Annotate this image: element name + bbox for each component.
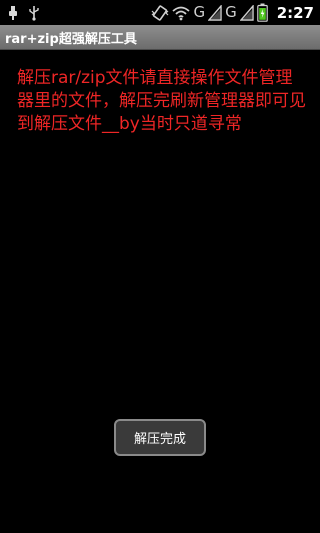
- app-title: rar+zip超强解压工具: [5, 31, 137, 47]
- clock: 2:27: [276, 3, 314, 22]
- toast-message: 解压完成: [114, 419, 206, 456]
- system-icons: G G 2:27: [151, 3, 320, 22]
- usb-debug-icon: [28, 5, 40, 21]
- notification-icons: [0, 5, 40, 21]
- wifi-icon: [172, 5, 191, 21]
- network-type-1: G: [193, 3, 206, 21]
- network-type-2: G: [225, 3, 237, 21]
- battery-icon: [256, 3, 268, 22]
- usb-icon: [8, 5, 18, 21]
- instruction-message: 解压rar/zip文件请直接操作文件管理器里的文件，解压完刷新管理器即可见到解压…: [17, 68, 306, 134]
- signal-icon: [239, 4, 254, 21]
- status-bar: G G 2:27: [0, 0, 320, 25]
- app-title-bar: rar+zip超强解压工具: [0, 25, 320, 50]
- signal-icon: [208, 4, 222, 21]
- vibrate-icon: [151, 4, 169, 21]
